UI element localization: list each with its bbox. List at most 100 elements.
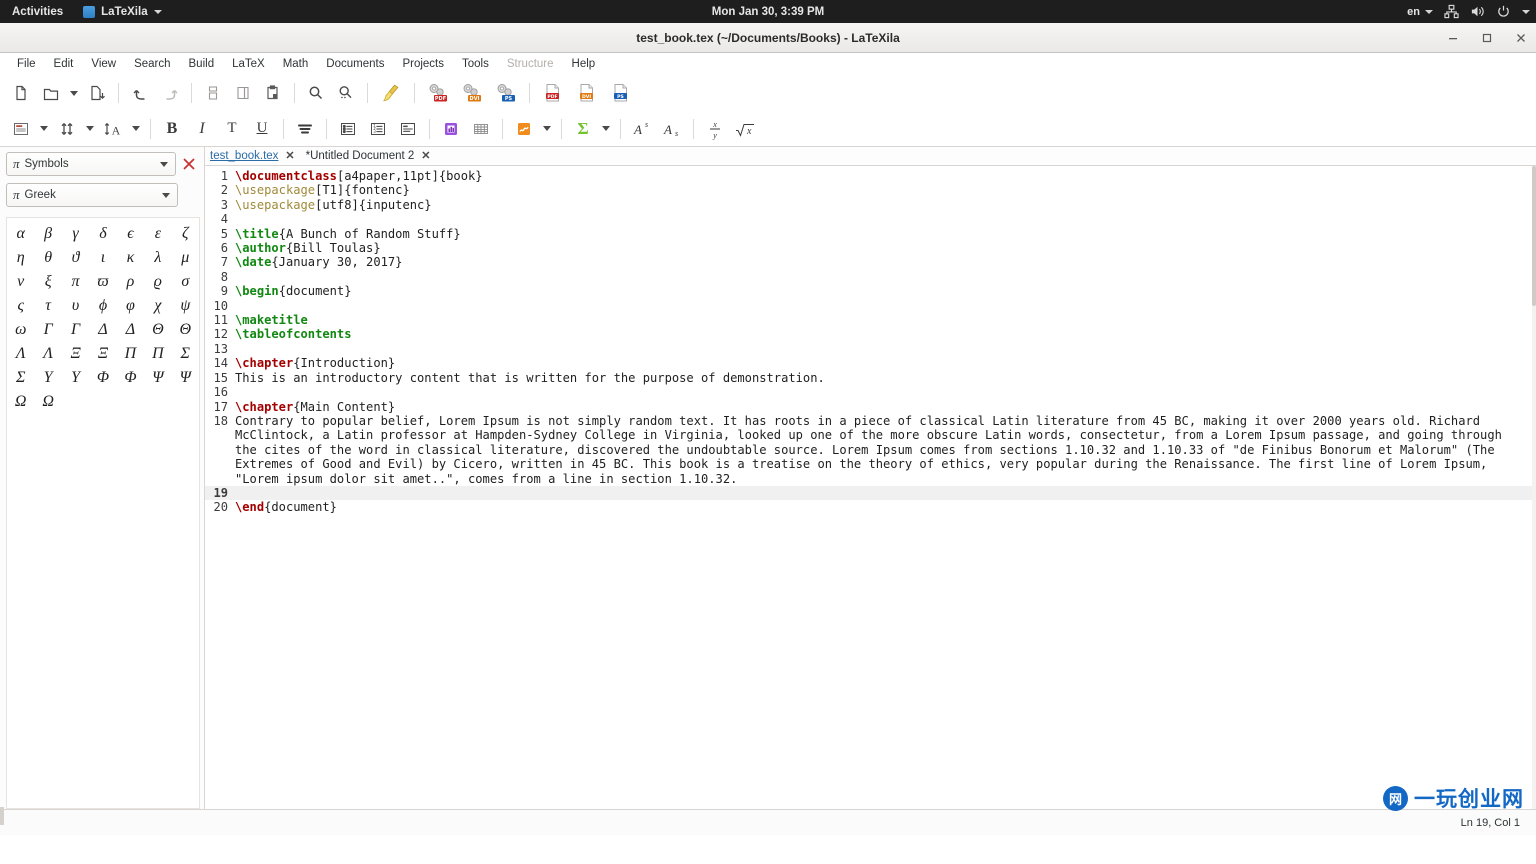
sectioning-icon[interactable] bbox=[6, 115, 36, 143]
build-to-ps-icon[interactable]: PS bbox=[489, 79, 523, 107]
symbol-cell[interactable]: η bbox=[7, 246, 34, 270]
clean-build-files-icon[interactable] bbox=[374, 79, 408, 107]
editor-vertical-scrollbar[interactable] bbox=[1532, 166, 1536, 809]
menu-tools[interactable]: Tools bbox=[453, 56, 498, 72]
volume-icon[interactable] bbox=[1470, 4, 1485, 19]
paste-icon[interactable] bbox=[258, 79, 288, 107]
superscript-icon[interactable]: A s bbox=[627, 115, 657, 143]
undo-icon[interactable] bbox=[125, 79, 155, 107]
square-root-icon[interactable]: x bbox=[730, 115, 760, 143]
math-dropdown-icon[interactable] bbox=[598, 115, 614, 143]
symbol-cell[interactable]: Π bbox=[117, 342, 144, 366]
tab-close-icon[interactable]: ✕ bbox=[421, 150, 430, 162]
app-menu-button[interactable]: LaTeXila bbox=[75, 5, 169, 18]
symbol-cell[interactable]: Λ bbox=[34, 342, 61, 366]
math-environment-icon[interactable]: Σ bbox=[568, 115, 598, 143]
symbol-cell[interactable]: Φ bbox=[89, 366, 116, 390]
bold-icon[interactable]: B bbox=[157, 115, 187, 143]
new-document-icon[interactable] bbox=[6, 79, 36, 107]
code-line[interactable]: 4 bbox=[205, 212, 1532, 226]
code-line[interactable]: 2 \usepackage[T1]{fontenc} bbox=[205, 183, 1532, 197]
symbol-cell[interactable]: α bbox=[7, 222, 34, 246]
code-line[interactable]: 1 \documentclass[a4paper,11pt]{book} bbox=[205, 169, 1532, 183]
activities-button[interactable]: Activities bbox=[0, 6, 75, 18]
symbol-cell[interactable]: Θ bbox=[172, 318, 199, 342]
code-line[interactable]: 9 \begin{document} bbox=[205, 284, 1532, 298]
symbol-cell[interactable]: Ψ bbox=[144, 366, 171, 390]
source-code-view[interactable]: 1 \documentclass[a4paper,11pt]{book} 2 \use… bbox=[205, 166, 1532, 809]
symbol-cell[interactable]: ψ bbox=[172, 294, 199, 318]
build-to-pdf-icon[interactable]: PDF bbox=[421, 79, 455, 107]
menu-help[interactable]: Help bbox=[563, 56, 605, 72]
close-button[interactable] bbox=[1514, 31, 1528, 45]
symbol-cell[interactable]: χ bbox=[144, 294, 171, 318]
symbol-cell[interactable]: Π bbox=[144, 342, 171, 366]
network-icon[interactable] bbox=[1444, 4, 1459, 19]
menu-build[interactable]: Build bbox=[180, 56, 224, 72]
code-line[interactable]: 5 \title{A Bunch of Random Stuff} bbox=[205, 227, 1532, 241]
code-line[interactable]: 19 bbox=[205, 485, 1532, 501]
code-line[interactable]: 16 bbox=[205, 385, 1532, 399]
menu-documents[interactable]: Documents bbox=[317, 56, 393, 72]
symbols-subcategory-combo[interactable]: π Greek bbox=[6, 183, 178, 207]
symbol-cell[interactable]: ς bbox=[7, 294, 34, 318]
graphics-dropdown-icon[interactable] bbox=[539, 115, 555, 143]
code-line[interactable]: 3 \usepackage[utf8]{inputenc} bbox=[205, 198, 1532, 212]
symbol-cell[interactable]: γ bbox=[62, 222, 89, 246]
menu-latex[interactable]: LaTeX bbox=[223, 56, 274, 72]
symbol-cell[interactable]: π bbox=[62, 270, 89, 294]
graphics-icon[interactable] bbox=[509, 115, 539, 143]
minimize-button[interactable] bbox=[1446, 31, 1460, 45]
font-size-dropdown-icon[interactable] bbox=[128, 115, 144, 143]
symbol-cell[interactable]: Δ bbox=[117, 318, 144, 342]
view-dvi-icon[interactable]: DVI bbox=[570, 79, 604, 107]
enumerate-list-icon[interactable]: 1 2 3 bbox=[363, 115, 393, 143]
tab-close-icon[interactable]: ✕ bbox=[285, 150, 294, 162]
clock[interactable]: Mon Jan 30, 3:39 PM bbox=[712, 6, 824, 18]
copy-icon[interactable] bbox=[228, 79, 258, 107]
menu-search[interactable]: Search bbox=[125, 56, 179, 72]
symbol-cell[interactable]: Θ bbox=[144, 318, 171, 342]
symbol-cell[interactable]: λ bbox=[144, 246, 171, 270]
menu-projects[interactable]: Projects bbox=[393, 56, 453, 72]
symbol-cell[interactable]: σ bbox=[172, 270, 199, 294]
symbol-cell[interactable]: Γ bbox=[62, 318, 89, 342]
symbol-cell[interactable]: Ψ bbox=[172, 366, 199, 390]
symbol-cell[interactable]: ι bbox=[89, 246, 116, 270]
symbol-cell[interactable]: ϕ bbox=[89, 294, 116, 318]
symbol-cell[interactable]: ε bbox=[144, 222, 171, 246]
code-line[interactable]: 14 \chapter{Introduction} bbox=[205, 356, 1532, 370]
symbol-cell[interactable]: ω bbox=[7, 318, 34, 342]
code-line[interactable]: 11 \maketitle bbox=[205, 313, 1532, 327]
menu-math[interactable]: Math bbox=[274, 56, 318, 72]
maximize-button[interactable] bbox=[1480, 31, 1494, 45]
code-line[interactable]: 8 bbox=[205, 270, 1532, 284]
symbol-cell[interactable]: ρ bbox=[117, 270, 144, 294]
underline-icon[interactable]: U bbox=[247, 115, 277, 143]
code-line[interactable]: 10 bbox=[205, 299, 1532, 313]
code-line[interactable]: 15 This is an introductory content that i… bbox=[205, 371, 1532, 385]
symbol-cell[interactable]: Δ bbox=[89, 318, 116, 342]
symbol-cell[interactable]: κ bbox=[117, 246, 144, 270]
save-file-icon[interactable] bbox=[82, 79, 112, 107]
symbol-cell[interactable]: ϑ bbox=[62, 246, 89, 270]
redo-icon[interactable] bbox=[155, 79, 185, 107]
sectioning-dropdown-icon[interactable] bbox=[36, 115, 52, 143]
open-recent-dropdown-icon[interactable] bbox=[66, 79, 82, 107]
code-line[interactable]: 18 Contrary to popular belief, Lorem Ipsu… bbox=[205, 414, 1532, 486]
view-ps-icon[interactable]: PS bbox=[604, 79, 638, 107]
description-list-icon[interactable] bbox=[393, 115, 423, 143]
code-line[interactable]: 20 \end{document} bbox=[205, 500, 1532, 514]
view-pdf-icon[interactable]: PDF bbox=[536, 79, 570, 107]
symbol-cell[interactable]: υ bbox=[62, 294, 89, 318]
size-dropdown-icon[interactable] bbox=[82, 115, 98, 143]
symbol-cell[interactable]: φ bbox=[117, 294, 144, 318]
tab-test-book-tex[interactable]: test_book.tex ✕ bbox=[205, 147, 301, 165]
symbol-cell[interactable]: δ bbox=[89, 222, 116, 246]
open-file-icon[interactable] bbox=[36, 79, 66, 107]
close-side-panel-button[interactable] bbox=[180, 155, 198, 173]
fraction-icon[interactable]: x y bbox=[700, 115, 730, 143]
subscript-icon[interactable]: A s bbox=[657, 115, 687, 143]
size-icon[interactable] bbox=[52, 115, 82, 143]
find-icon[interactable] bbox=[301, 79, 331, 107]
